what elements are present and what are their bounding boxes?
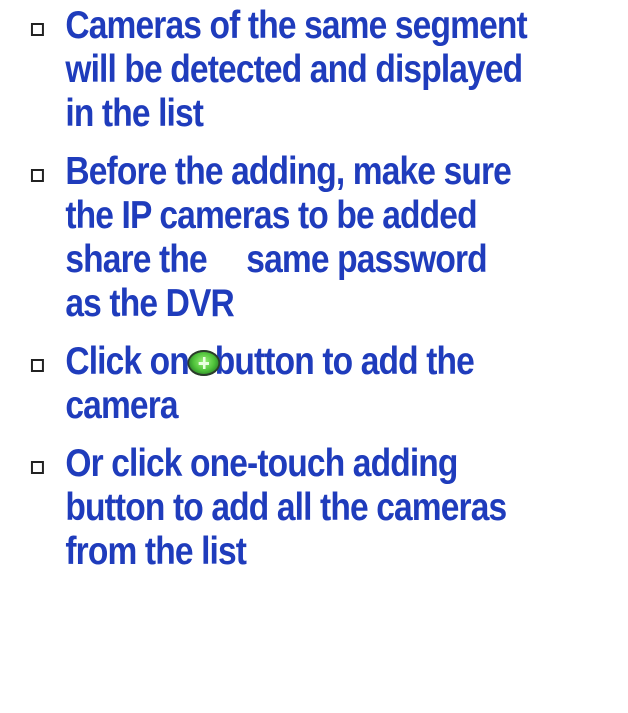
square-bullet-icon bbox=[30, 23, 44, 36]
bullet-1-line-3: in the list bbox=[65, 92, 204, 135]
bullet-4-line-2: button to add all the cameras bbox=[65, 486, 507, 529]
bullet-2-line-3: share the same password bbox=[65, 238, 543, 282]
bullet-2-line-1: Before the adding, make sure bbox=[65, 150, 511, 193]
bullet-4-line-3: from the list bbox=[65, 530, 247, 573]
bullet-2-line-2: the IP cameras to be added bbox=[65, 194, 477, 237]
slide: Cameras of the same segment will be dete… bbox=[0, 0, 628, 713]
bullet-4-line-1: Or click one-touch adding bbox=[65, 442, 458, 485]
bullet-2-line-3a: share the bbox=[65, 238, 207, 281]
bullet-2-line-3b: same password bbox=[246, 238, 487, 281]
green-add-button-icon bbox=[187, 350, 220, 376]
bullet-item-cameras-detected: Cameras of the same segment will be dete… bbox=[0, 4, 550, 136]
bullet-3-line-2: camera bbox=[65, 384, 178, 427]
square-bullet-icon bbox=[30, 359, 44, 372]
bullet-list: Cameras of the same segment will be dete… bbox=[0, 4, 628, 574]
square-bullet-icon bbox=[30, 169, 44, 182]
bullet-1-line-1: Cameras of the same segment bbox=[65, 4, 527, 47]
bullet-item-one-touch: Or click one-touch adding button to add … bbox=[0, 442, 550, 574]
bullet-3-line-1: Click on button to add the bbox=[65, 340, 543, 384]
bullet-1-line-2: will be detected and displayed bbox=[65, 48, 523, 91]
bullet-item-click-add: Click on button to add the camera bbox=[0, 340, 550, 428]
bullet-3-line-1a: Click on bbox=[65, 340, 189, 383]
bullet-2-line-4: as the DVR bbox=[65, 282, 234, 325]
square-bullet-icon bbox=[30, 461, 44, 474]
bullet-3-line-1b: button to add the bbox=[214, 340, 475, 383]
bullet-item-same-password: Before the adding, make sure the IP came… bbox=[0, 150, 550, 326]
